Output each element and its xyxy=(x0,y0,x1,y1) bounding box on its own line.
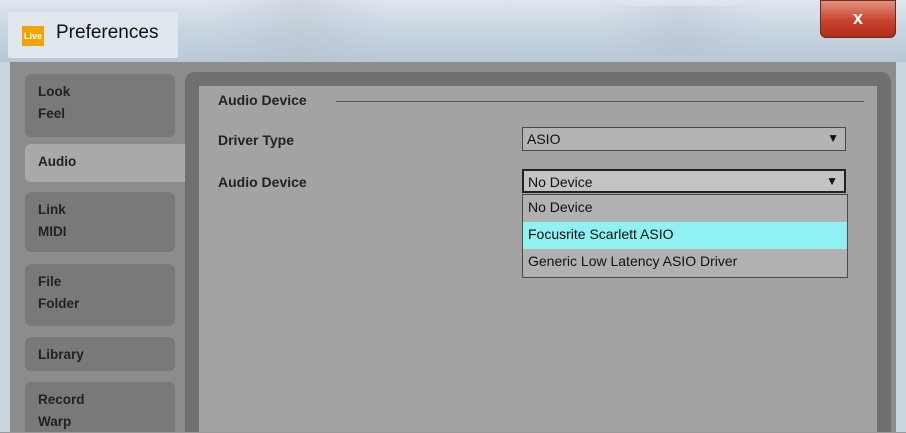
dropdown-option-generic-low-latency-asio[interactable]: Generic Low Latency ASIO Driver xyxy=(523,249,847,276)
preferences-window: Live Preferences x Look Feel Audio Link … xyxy=(0,0,906,432)
close-button[interactable]: x xyxy=(820,0,896,38)
tab-label-line2: Folder xyxy=(38,296,80,311)
tab-file-folder[interactable]: File Folder xyxy=(25,264,175,326)
audio-device-label: Audio Device xyxy=(218,174,307,190)
tab-label-line2: MIDI xyxy=(38,224,67,239)
audio-device-select[interactable]: No Device ▼ xyxy=(522,169,846,193)
chevron-down-icon: ▼ xyxy=(826,174,838,188)
tab-label-line1: Look xyxy=(38,84,71,99)
dropdown-option-focusrite-scarlett-asio[interactable]: Focusrite Scarlett ASIO xyxy=(523,222,847,249)
audio-device-value: No Device xyxy=(528,174,593,190)
tab-label-line1: Audio xyxy=(38,154,77,169)
section-title-audio-device: Audio Device xyxy=(218,92,307,108)
driver-type-value: ASIO xyxy=(527,131,561,147)
window-frame-left xyxy=(0,62,10,432)
window-frame-right xyxy=(896,62,906,432)
tab-label-line1: File xyxy=(38,274,62,289)
tab-audio[interactable]: Audio xyxy=(25,144,197,182)
close-icon: x xyxy=(852,8,863,28)
tab-label-line1: Library xyxy=(38,347,84,362)
driver-type-select[interactable]: ASIO ▼ xyxy=(522,127,846,151)
tab-link-midi[interactable]: Link MIDI xyxy=(25,192,175,252)
title-bar-decoration xyxy=(600,6,760,56)
tab-label-line2: Feel xyxy=(38,106,66,121)
title-bar-decoration xyxy=(210,0,390,62)
tab-label-line1: Record xyxy=(38,392,85,407)
chevron-down-icon: ▼ xyxy=(827,131,839,145)
driver-type-label: Driver Type xyxy=(218,132,294,148)
section-divider xyxy=(336,101,864,102)
dropdown-option-no-device[interactable]: No Device xyxy=(523,195,847,222)
tab-look-feel[interactable]: Look Feel xyxy=(25,74,175,137)
tab-label-line1: Link xyxy=(38,202,66,217)
audio-device-dropdown: No Device Focusrite Scarlett ASIO Generi… xyxy=(522,194,848,278)
live-app-icon: Live xyxy=(22,26,44,46)
window-title: Preferences xyxy=(56,22,159,43)
tab-label-line2: Warp xyxy=(38,414,72,429)
tab-library[interactable]: Library xyxy=(25,337,175,371)
tab-record-warp[interactable]: Record Warp xyxy=(25,382,175,432)
